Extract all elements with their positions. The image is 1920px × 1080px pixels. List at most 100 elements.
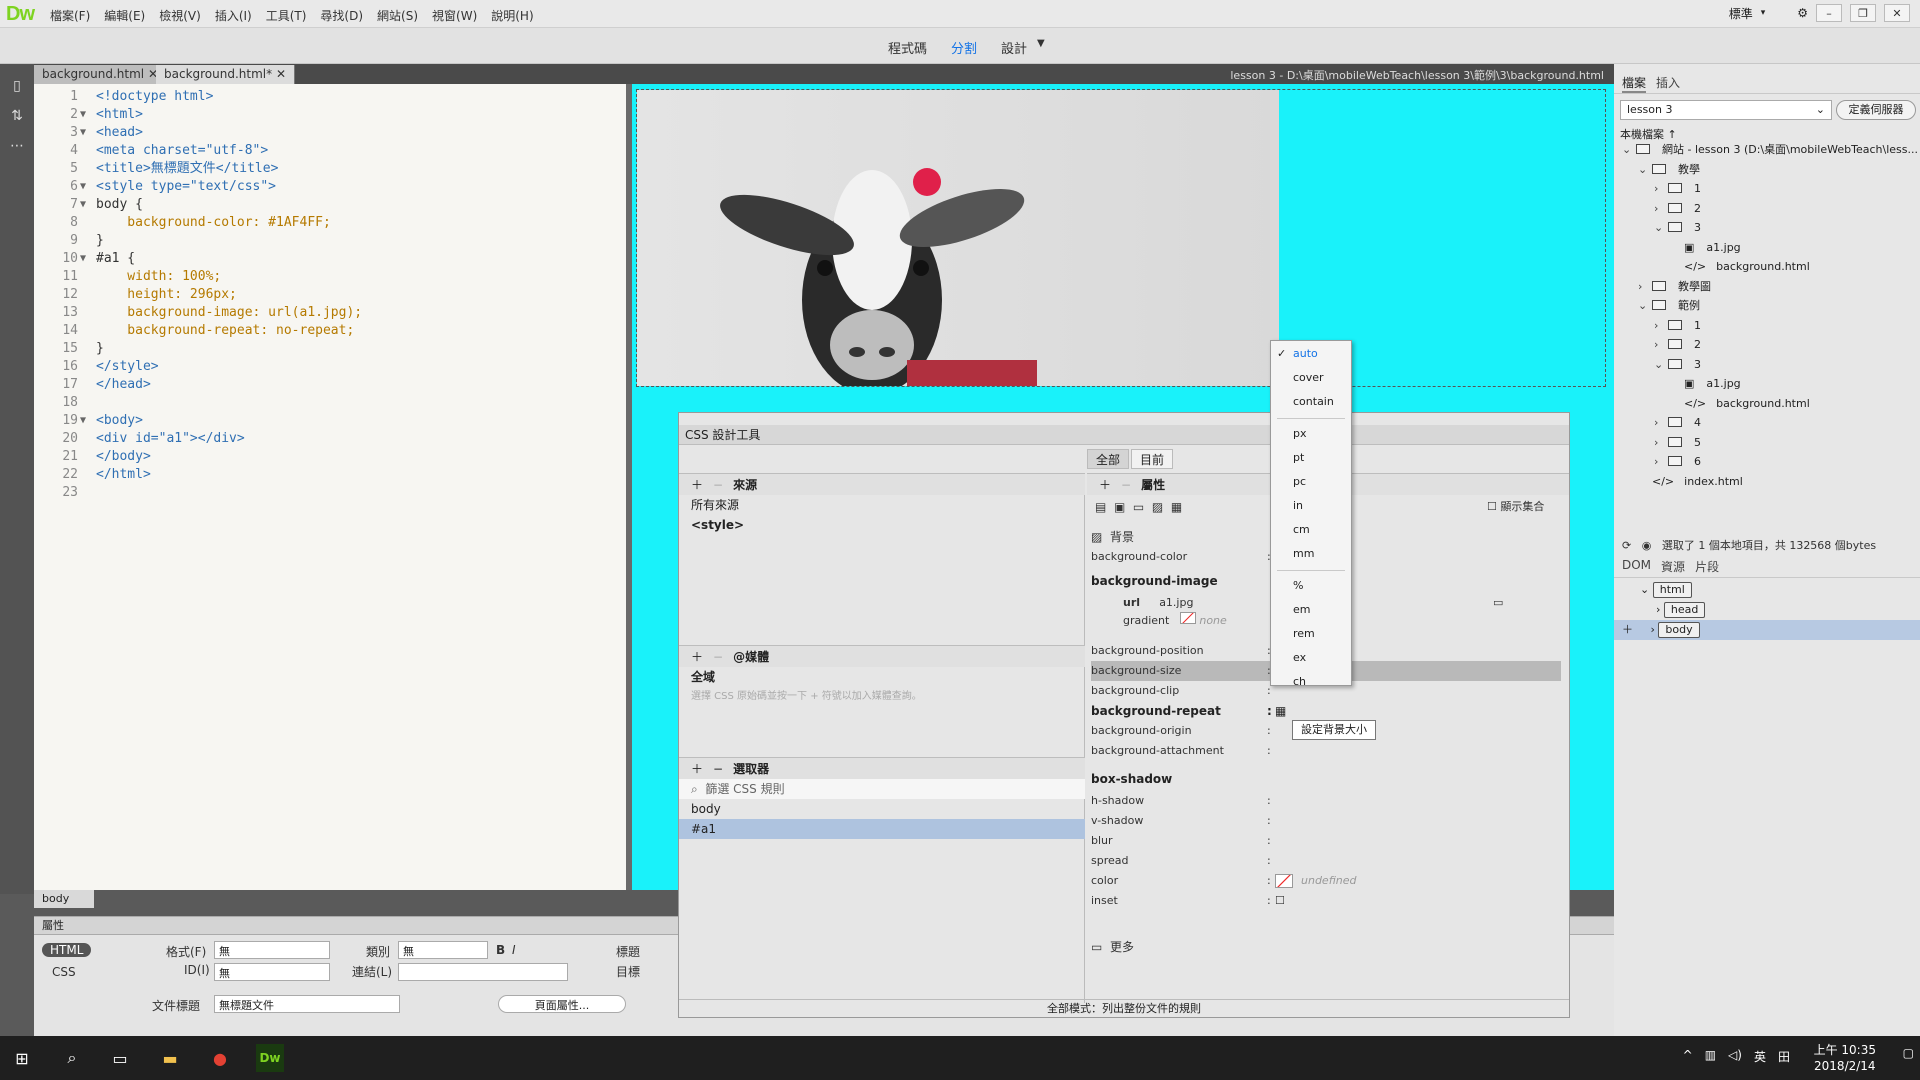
mode-all[interactable]: 全部 xyxy=(1087,449,1130,469)
document-icon[interactable]: ▯ xyxy=(0,78,34,94)
globe-icon[interactable]: ◉ xyxy=(1642,539,1652,552)
selector-a1[interactable]: #a1 xyxy=(679,819,1085,839)
menu-item[interactable]: 檢視(V) xyxy=(159,7,201,24)
html-mode-button[interactable]: HTML xyxy=(42,943,92,957)
prop-background-attachment[interactable]: background-attachment: xyxy=(1091,741,1561,761)
menu-item[interactable]: 尋找(D) xyxy=(320,7,363,24)
doc-tab-2[interactable]: background.html* ✕ xyxy=(156,65,296,84)
doc-title-input[interactable]: 無標題文件 xyxy=(214,995,400,1013)
file-tree-item[interactable]: › 2 xyxy=(1654,335,1701,354)
file-tree-item[interactable]: › 5 xyxy=(1654,433,1701,452)
fold-icon[interactable]: ▼ xyxy=(80,412,86,430)
file-tree-item[interactable]: › 教學圖 xyxy=(1638,277,1711,296)
show-set-checkbox[interactable]: ☐ 顯示集合 xyxy=(1487,497,1567,517)
file-tree-item[interactable]: › 2 xyxy=(1654,199,1701,218)
format-select[interactable]: 無 xyxy=(214,941,330,959)
tab-files[interactable]: 檔案 xyxy=(1622,74,1647,93)
tab-code[interactable]: 程式碼 xyxy=(888,38,927,57)
menu-item[interactable]: 插入(I) xyxy=(215,7,252,24)
file-tree-item[interactable]: </> index.html xyxy=(1638,472,1743,491)
file-tree-item[interactable]: ⌄ 網站 - lesson 3 (D:\桌面\mobileWebTeach\les… xyxy=(1622,140,1918,159)
clock[interactable]: 上午 10:35 2018/2/14 xyxy=(1814,1042,1876,1074)
task-view-icon[interactable]: ▭ xyxy=(106,1044,134,1072)
dropdown-option[interactable]: pc xyxy=(1271,471,1351,493)
selector-filter[interactable]: ⌕ 篩選 CSS 規則 xyxy=(679,779,1085,799)
site-select[interactable]: lesson 3 ⌄ xyxy=(1620,100,1832,120)
tab-dom[interactable]: DOM xyxy=(1622,558,1651,577)
id-select[interactable]: 無 xyxy=(214,963,330,981)
file-explorer-icon[interactable]: ▬ xyxy=(156,1044,184,1072)
dropdown-option[interactable]: ex xyxy=(1271,647,1351,669)
menu-item[interactable]: 視窗(W) xyxy=(432,7,477,24)
define-server-button[interactable]: 定義伺服器 xyxy=(1836,100,1916,120)
menu-item[interactable]: 網站(S) xyxy=(377,7,418,24)
prop-v-shadow[interactable]: v-shadow: xyxy=(1091,811,1561,831)
file-tree-item[interactable]: ▣ a1.jpg xyxy=(1670,238,1741,257)
prop-h-shadow[interactable]: h-shadow: xyxy=(1091,791,1561,811)
file-tree-item[interactable]: ⌄ 範例 xyxy=(1638,296,1700,315)
link-input[interactable] xyxy=(398,963,568,981)
file-tree-item[interactable]: › 4 xyxy=(1654,413,1701,432)
file-tree-item[interactable]: ▣ a1.jpg xyxy=(1670,374,1741,393)
code-view[interactable]: 1 <!doctype html> 2 ▼ <html> 3 ▼ <head> 4 <meta c… xyxy=(34,84,626,890)
dropdown-option[interactable]: cm xyxy=(1271,519,1351,541)
dropdown-option[interactable]: % xyxy=(1271,575,1351,597)
mode-current[interactable]: 目前 xyxy=(1131,449,1174,469)
close-icon[interactable]: ✕ xyxy=(276,67,286,81)
italic-button[interactable]: I xyxy=(512,943,516,957)
dropdown-option[interactable]: pt xyxy=(1271,447,1351,469)
add-selector-icon[interactable]: ＋ xyxy=(691,762,703,776)
gradient-row[interactable]: gradient none xyxy=(1123,611,1593,631)
dropdown-option[interactable]: cover xyxy=(1271,367,1351,389)
fold-icon[interactable]: ▼ xyxy=(80,106,86,124)
prop-blur[interactable]: blur: xyxy=(1091,831,1561,851)
menu-item[interactable]: 說明(H) xyxy=(491,7,533,24)
fold-icon[interactable]: ▼ xyxy=(80,124,86,142)
view-dropdown-icon[interactable]: ▼ xyxy=(1037,38,1045,57)
file-tree-item[interactable]: › 6 xyxy=(1654,452,1701,471)
tag-selector-body[interactable]: body xyxy=(34,890,94,908)
add-property-icon[interactable]: ＋ xyxy=(1099,478,1111,492)
maximize-button[interactable]: ❐ xyxy=(1850,4,1876,22)
search-icon[interactable]: ⌕ xyxy=(58,1044,86,1072)
dropdown-option[interactable]: ch xyxy=(1271,671,1351,693)
dropdown-option[interactable]: in xyxy=(1271,495,1351,517)
dom-node-head[interactable]: › head xyxy=(1614,600,1920,620)
source-style[interactable]: <style> xyxy=(679,515,1085,535)
source-all[interactable]: 所有來源 xyxy=(679,495,1085,515)
windows-start-icon[interactable]: ⊞ xyxy=(8,1044,36,1072)
dropdown-option[interactable]: mm xyxy=(1271,543,1351,565)
add-source-icon[interactable]: ＋ xyxy=(691,478,703,492)
prop-inset[interactable]: inset: ☐ xyxy=(1091,891,1561,911)
class-select[interactable]: 無 xyxy=(398,941,488,959)
dropdown-option[interactable]: em xyxy=(1271,599,1351,621)
bold-button[interactable]: B xyxy=(496,943,505,957)
dropdown-option[interactable]: rem xyxy=(1271,623,1351,645)
selector-body[interactable]: body xyxy=(679,799,1085,819)
menu-item[interactable]: 工具(T) xyxy=(266,7,307,24)
tab-assets[interactable]: 資源 xyxy=(1661,558,1685,577)
workspace-switcher[interactable]: 標準 xyxy=(1729,5,1753,22)
dom-node-html[interactable]: ⌄ html xyxy=(1614,580,1920,600)
css-mode-button[interactable]: CSS xyxy=(52,965,76,979)
file-tree-item[interactable]: ⌄ 3 xyxy=(1654,355,1701,374)
prop-color[interactable]: color: undefined xyxy=(1091,871,1561,891)
prop-background-repeat[interactable]: background-repeat: ▦ xyxy=(1091,701,1561,721)
menu-item[interactable]: 檔案(F) xyxy=(50,7,90,24)
dropdown-option[interactable]: px xyxy=(1271,423,1351,445)
dropdown-option[interactable]: contain xyxy=(1271,391,1351,413)
fold-icon[interactable]: ▼ xyxy=(80,178,86,196)
file-tree-item[interactable]: › 1 xyxy=(1654,316,1701,335)
minimize-button[interactable]: – xyxy=(1816,4,1842,22)
more-icon[interactable]: ⋯ xyxy=(0,138,34,154)
dropdown-option[interactable]: auto xyxy=(1271,343,1351,365)
gear-icon[interactable]: ⚙ xyxy=(1797,6,1808,20)
div-a1-outline[interactable] xyxy=(636,89,1606,387)
background-size-unit-dropdown[interactable]: ✓ auto cover contain px pt pc in cm mm% em rem ex ch xyxy=(1270,340,1352,688)
file-tree-item[interactable]: › 1 xyxy=(1654,179,1701,198)
prop-spread[interactable]: spread: xyxy=(1091,851,1561,871)
page-properties-button[interactable]: 頁面屬性... xyxy=(498,995,626,1013)
tab-insert[interactable]: 插入 xyxy=(1656,74,1680,93)
tab-split[interactable]: 分割 xyxy=(951,38,977,57)
tab-design[interactable]: 設計 xyxy=(1001,38,1027,57)
